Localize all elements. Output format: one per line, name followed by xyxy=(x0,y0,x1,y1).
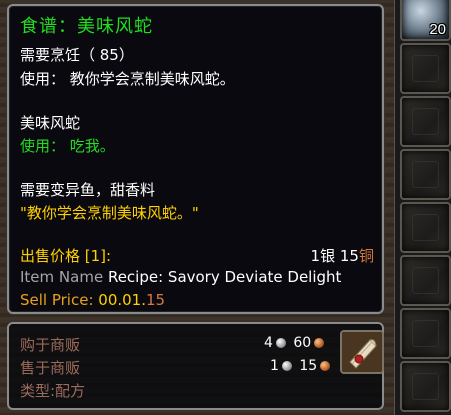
bag-slot-item-stack[interactable]: 20 xyxy=(400,0,451,41)
game-ui: 20 食谱：美味风蛇 需要烹饪（ 85） 使用： 教你学会烹制美味风蛇。 美味风… xyxy=(0,0,451,415)
bag-slot-empty[interactable] xyxy=(400,255,451,306)
bag-slot-empty[interactable] xyxy=(400,202,451,253)
item-name-label: Item Name xyxy=(20,268,104,286)
item-name-english: Recipe: Savory Deviate Delight xyxy=(107,268,342,286)
item-stack-count: 20 xyxy=(429,21,446,38)
bag-slot-empty[interactable] xyxy=(400,149,451,200)
sell-price-gold-silver: 00.01. xyxy=(98,291,146,309)
vendor-buy-copper: 60 xyxy=(293,335,312,351)
vendor-item-type: 类型:配方 xyxy=(20,382,86,400)
sell-price-label: Sell Price: xyxy=(20,291,94,309)
tooltip-use-eat: 使用： 吃我。 xyxy=(20,137,115,155)
copper-coin-icon xyxy=(320,361,331,371)
scroll-icon xyxy=(342,332,382,372)
sell-silver-unit: 银 xyxy=(320,247,336,265)
vendor-buy-label: 购于商贩 xyxy=(20,336,81,354)
tooltip-reagents: 需要变异鱼，甜香料 xyxy=(20,181,156,199)
tooltip-use-learn: 使用： 教你学会烹制美味风蛇。 xyxy=(20,70,235,88)
vendor-price-panel: 购于商贩 4 60 售于商贩 1 15 类型:配方 xyxy=(7,322,384,410)
sell-silver-value: 1 xyxy=(310,247,321,265)
silver-coin-icon xyxy=(275,338,286,348)
bag-slot-empty[interactable] xyxy=(400,361,451,412)
vendor-sell-copper: 15 xyxy=(299,358,318,374)
recipe-scroll-icon[interactable] xyxy=(340,330,384,374)
bag-slot-empty[interactable] xyxy=(400,96,451,147)
sell-price-copper: 15 xyxy=(146,291,166,309)
sell-copper-value: 15 xyxy=(339,247,359,265)
silver-coin-icon xyxy=(281,361,292,371)
bag-slot-empty[interactable] xyxy=(400,43,451,94)
tooltip-title: 食谱：美味风蛇 xyxy=(20,16,153,37)
tooltip-created-item-name: 美味风蛇 xyxy=(20,114,81,132)
vendor-buy-silver: 4 xyxy=(264,335,273,351)
sell-price-label-cn: 出售价格 [1]: xyxy=(20,247,112,265)
vendor-sell-price: 1 15 xyxy=(270,358,333,374)
copper-coin-icon xyxy=(314,338,325,348)
bag-slot-column: 20 xyxy=(394,0,451,415)
vendor-buy-price: 4 60 xyxy=(264,335,327,351)
item-name-row: Item Name Recipe: Savory Deviate Delight xyxy=(20,268,341,286)
sell-price-value-cn: 1银 15铜 xyxy=(311,245,374,266)
bag-slot-empty[interactable] xyxy=(400,308,451,359)
tooltip-flavor-text: "教你学会烹制美味风蛇。" xyxy=(20,204,199,222)
item-tooltip: 食谱：美味风蛇 需要烹饪（ 85） 使用： 教你学会烹制美味风蛇。 美味风蛇 使… xyxy=(7,4,384,314)
vendor-sell-silver: 1 xyxy=(270,358,279,374)
vendor-sell-label: 售于商贩 xyxy=(20,359,81,377)
sell-price-row-en: Sell Price: 00.01.15 xyxy=(20,291,165,309)
sell-copper-unit: 铜 xyxy=(358,247,374,265)
tooltip-requires-skill: 需要烹饪（ 85） xyxy=(20,46,134,64)
